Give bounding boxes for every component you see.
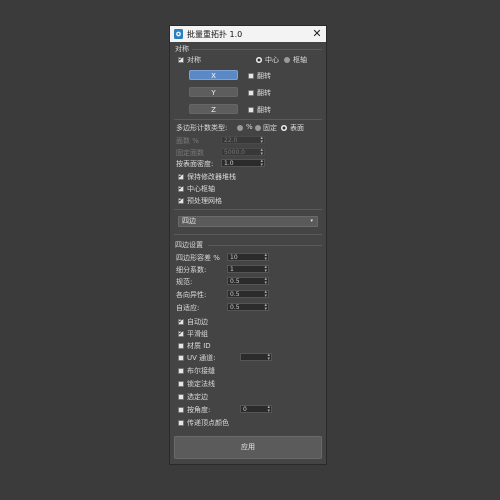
auto-edge-label: 自动边	[187, 318, 208, 326]
center-pivot-checkbox[interactable]	[178, 184, 184, 192]
spinner-arrows-icon[interactable]: ▴ ▾	[260, 136, 263, 145]
dialog-window: 批量重拓扑 1.0 ✕ 对称 对称 中心 枢轴 X 翻转 Y 翻转 Z 翻转 多…	[169, 25, 327, 465]
quad-settings-divider	[208, 245, 322, 246]
adaptive-value: 0.5	[230, 304, 240, 311]
fixed-radio-label: 固定	[263, 124, 277, 132]
mode-dropdown[interactable]: 四边 ▾	[178, 216, 318, 227]
center-pivot-label: 中心枢轴	[187, 185, 215, 193]
by-angle-label: 按角度:	[187, 406, 211, 414]
flip-x-label: 翻转	[257, 72, 271, 80]
subdivision-value: 1	[230, 266, 234, 273]
percent-radio-label: %	[246, 123, 253, 131]
flip-y-label: 翻转	[257, 89, 271, 97]
flip-z-label: 翻转	[257, 106, 271, 114]
uv-channel-checkbox[interactable]	[178, 355, 184, 361]
by-angle-spinner[interactable]: 0 ▴ ▾	[240, 405, 272, 414]
spinner-arrows-icon[interactable]: ▴ ▾	[260, 148, 263, 157]
symmetry-group-label: 对称	[175, 45, 189, 53]
section-divider	[174, 119, 322, 120]
regularize-spinner[interactable]: 0.5 ▴ ▾	[227, 277, 269, 286]
uv-channel-spinner[interactable]: ▴ ▾	[240, 353, 272, 362]
transfer-vertex-color-label: 传递顶点颜色	[187, 419, 229, 427]
keep-modifier-stack-label: 保持修改器堆栈	[187, 173, 236, 181]
axis-y-button[interactable]: Y	[189, 87, 238, 97]
regularize-label: 规范:	[176, 278, 193, 286]
density-value: 1.0	[224, 160, 234, 167]
preprocess-mesh-checkbox[interactable]	[178, 196, 184, 204]
by-angle-value: 0	[243, 406, 247, 413]
density-spinner[interactable]: 1.0 ▴ ▾	[221, 159, 265, 168]
anisotropy-spinner[interactable]: 0.5 ▴ ▾	[227, 290, 269, 299]
spinner-arrows-icon[interactable]: ▴ ▾	[260, 159, 263, 168]
fixed-faces-label: 固定面数	[176, 149, 204, 157]
anisotropy-label: 各向异性:	[176, 291, 207, 299]
boolean-seam-checkbox[interactable]	[178, 368, 184, 374]
smoothing-groups-label: 平滑组	[187, 330, 208, 338]
quad-settings-group-label: 四边设置	[175, 241, 203, 249]
anisotropy-value: 0.5	[230, 291, 240, 298]
subdivision-label: 细分系数:	[176, 266, 207, 274]
section-divider	[174, 209, 322, 210]
spinner-arrows-icon[interactable]: ▴ ▾	[264, 277, 267, 286]
center-radio-label: 中心	[265, 56, 279, 64]
material-id-label: 材质 ID	[187, 342, 211, 350]
transfer-vertex-color-checkbox[interactable]	[178, 420, 184, 426]
adaptive-label: 自适应:	[176, 304, 200, 312]
face-count-value: 22.0	[224, 137, 238, 144]
symmetry-divider	[192, 49, 322, 50]
fixed-radio[interactable]	[255, 125, 261, 131]
surface-radio[interactable]	[281, 125, 287, 131]
symmetry-checkbox-label: 对称	[187, 56, 201, 64]
adaptive-spinner[interactable]: 0.5 ▴ ▾	[227, 303, 269, 312]
selected-edges-checkbox[interactable]	[178, 394, 184, 400]
poly-count-type-label: 多边形计数类型:	[176, 124, 228, 132]
subdivision-spinner[interactable]: 1 ▴ ▾	[227, 265, 269, 274]
fixed-faces-value: 5000.0	[224, 149, 245, 156]
pivot-radio[interactable]	[284, 57, 290, 63]
spinner-arrows-icon[interactable]: ▴ ▾	[264, 265, 267, 274]
smoothing-groups-checkbox[interactable]	[178, 329, 184, 337]
spinner-arrows-icon[interactable]: ▴ ▾	[264, 253, 267, 262]
spinner-arrows-icon[interactable]: ▴ ▾	[264, 303, 267, 312]
apply-button[interactable]: 应用	[174, 436, 322, 459]
spinner-arrows-icon[interactable]: ▴ ▾	[264, 290, 267, 299]
lock-normals-label: 锁定法线	[187, 380, 215, 388]
quad-tolerance-spinner[interactable]: 10 ▴ ▾	[227, 253, 269, 262]
axis-x-button[interactable]: X	[189, 70, 238, 80]
spinner-arrows-icon[interactable]: ▴ ▾	[267, 405, 270, 414]
app-icon	[174, 29, 183, 39]
spinner-arrows-icon[interactable]: ▴ ▾	[267, 353, 270, 362]
face-count-label: 面数 %	[176, 137, 199, 145]
chevron-down-icon: ▾	[310, 218, 313, 224]
center-radio[interactable]	[256, 57, 262, 63]
surface-radio-label: 表面	[290, 124, 304, 132]
window-title: 批量重拓扑 1.0	[187, 30, 243, 39]
flip-y-checkbox[interactable]	[248, 90, 254, 96]
section-divider	[174, 234, 322, 235]
lock-normals-checkbox[interactable]	[178, 381, 184, 387]
close-icon[interactable]: ✕	[311, 27, 323, 40]
title-bar[interactable]: 批量重拓扑 1.0 ✕	[170, 26, 326, 42]
keep-modifier-stack-checkbox[interactable]	[178, 172, 184, 180]
quad-tolerance-label: 四边形容差 %	[176, 254, 220, 262]
symmetry-checkbox[interactable]	[178, 55, 184, 63]
flip-z-checkbox[interactable]	[248, 107, 254, 113]
density-label: 按表面密度:	[176, 160, 214, 168]
regularize-value: 0.5	[230, 278, 240, 285]
axis-z-button[interactable]: Z	[189, 104, 238, 114]
auto-edge-checkbox[interactable]	[178, 317, 184, 325]
flip-x-checkbox[interactable]	[248, 73, 254, 79]
face-count-spinner[interactable]: 22.0 ▴ ▾	[221, 136, 265, 145]
boolean-seam-label: 布尔接缝	[187, 367, 215, 375]
fixed-faces-spinner[interactable]: 5000.0 ▴ ▾	[221, 148, 265, 157]
percent-radio[interactable]	[237, 125, 243, 131]
material-id-checkbox[interactable]	[178, 343, 184, 349]
pivot-radio-label: 枢轴	[293, 56, 307, 64]
preprocess-mesh-label: 预处理网格	[187, 197, 222, 205]
by-angle-checkbox[interactable]	[178, 407, 184, 413]
uv-channel-label: UV 通道:	[187, 354, 216, 362]
quad-tolerance-value: 10	[230, 254, 238, 261]
mode-dropdown-value: 四边	[182, 217, 196, 225]
selected-edges-label: 选定边	[187, 393, 208, 401]
